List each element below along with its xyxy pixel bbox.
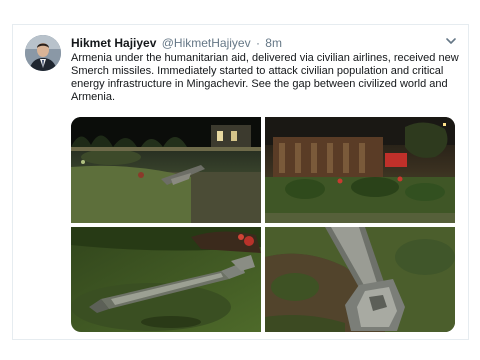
chevron-down-icon[interactable] <box>444 34 458 48</box>
photo-4[interactable] <box>265 227 455 332</box>
tweet-card: Hikmet Hajiyev @HikmetHajiyev · 8m Armen… <box>12 24 469 340</box>
media-grid <box>71 117 455 332</box>
tweet-header: Hikmet Hajiyev @HikmetHajiyev · 8m <box>71 35 441 51</box>
author-name[interactable]: Hikmet Hajiyev <box>71 36 156 50</box>
photo-2[interactable] <box>265 117 455 223</box>
tweet-text: Armenia under the humanitarian aid, deli… <box>71 52 459 103</box>
separator: · <box>255 36 260 50</box>
timestamp[interactable]: 8m <box>265 36 282 50</box>
author-handle[interactable]: @HikmetHajiyev <box>162 36 251 50</box>
photo-3[interactable] <box>71 227 261 332</box>
avatar[interactable] <box>25 35 61 71</box>
photo-1[interactable] <box>71 117 261 223</box>
